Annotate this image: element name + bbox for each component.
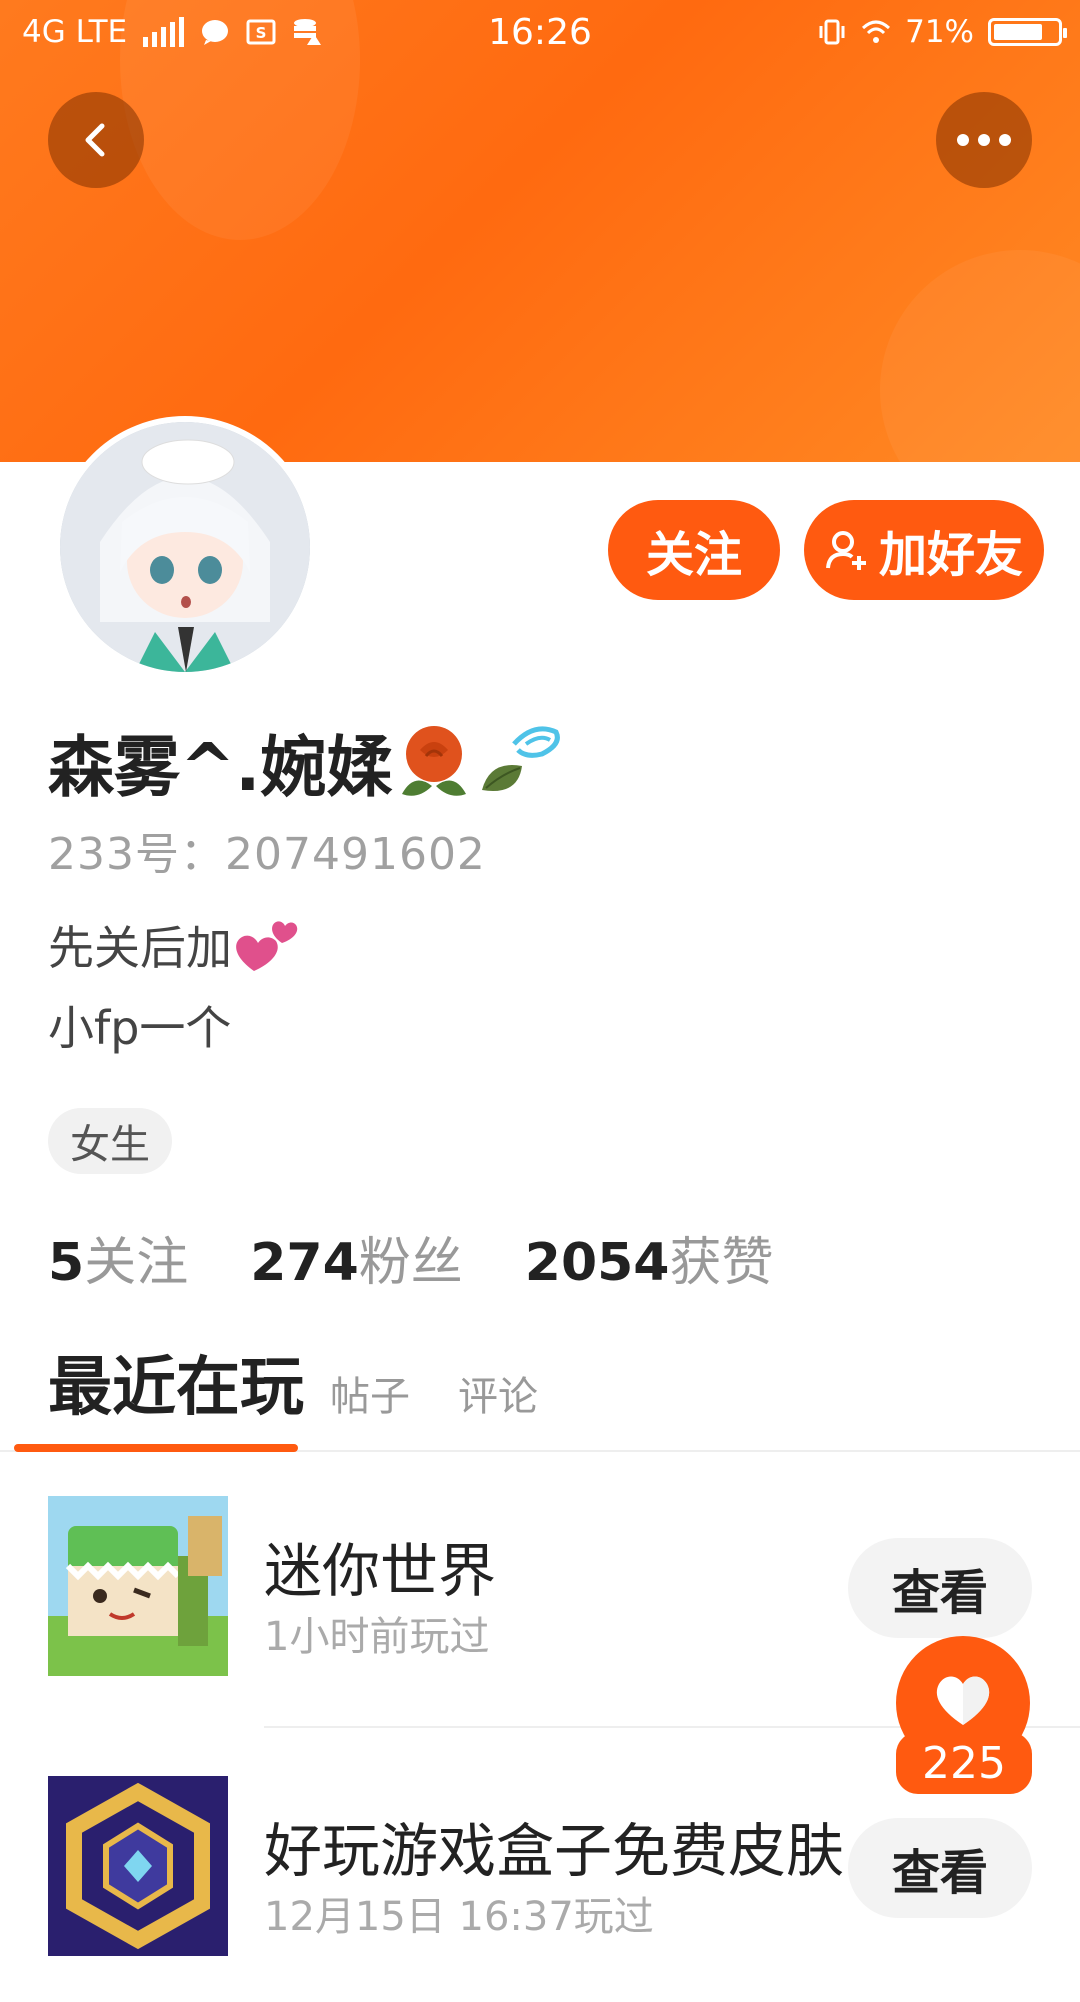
followers-stat[interactable]: 274 粉丝 xyxy=(250,1220,463,1295)
more-dots-icon xyxy=(957,134,1011,146)
tab-posts[interactable]: 帖子 xyxy=(330,1364,410,1422)
add-friend-button[interactable]: 加好友 xyxy=(804,500,1044,600)
profile-stats: 5 关注 274 粉丝 2054 获赞 xyxy=(48,1220,836,1295)
game-thumbnail xyxy=(48,1496,228,1676)
profile-name: 森雾^.婉媃 xyxy=(48,714,564,810)
following-count: 5 xyxy=(48,1233,85,1293)
game-last-played: 1小时前玩过 xyxy=(264,1614,490,1660)
game-title: 迷你世界 xyxy=(264,1537,497,1605)
tab-recently-played[interactable]: 最近在玩 xyxy=(48,1336,304,1428)
following-label: 关注 xyxy=(84,1233,189,1293)
more-button[interactable] xyxy=(936,92,1032,188)
view-button[interactable]: 查看 xyxy=(848,1818,1032,1918)
gender-tag: 女生 xyxy=(48,1108,172,1174)
avatar-image xyxy=(60,422,310,672)
likes-count: 2054 xyxy=(524,1233,670,1293)
two-hearts-icon xyxy=(236,921,298,971)
game-icon-mini-world xyxy=(48,1496,228,1676)
bio-line-1: 先关后加 xyxy=(48,912,302,978)
likes-label: 获赞 xyxy=(669,1233,774,1293)
active-tab-indicator xyxy=(14,1444,298,1452)
followers-count: 274 xyxy=(250,1233,359,1293)
game-icon-game-box xyxy=(48,1776,228,1956)
profile-header-banner: 4G LTE S 16:26 71% xyxy=(0,0,1080,462)
bio-line-2: 小fp一个 xyxy=(48,1001,232,1055)
profile-name-text: 森雾^.婉媃 xyxy=(48,729,393,806)
vibrate-icon xyxy=(819,19,845,45)
tab-comments[interactable]: 评论 xyxy=(458,1364,538,1422)
like-count: 225 xyxy=(896,1732,1032,1794)
bio-line-1-text: 先关后加 xyxy=(48,921,232,975)
follow-label: 关注 xyxy=(645,527,742,583)
battery-icon xyxy=(988,18,1067,46)
game-last-played: 12月15日 16:37玩过 xyxy=(264,1894,654,1940)
game-title: 好玩游戏盒子免费皮肤 xyxy=(264,1817,845,1885)
follow-button[interactable]: 关注 xyxy=(608,500,780,600)
list-item[interactable]: 好玩游戏盒子免费皮肤 12月15日 16:37玩过 查看 xyxy=(0,1762,1080,2002)
likes-stat: 2054 获赞 xyxy=(525,1220,774,1295)
user-id: 233号：207491602 xyxy=(48,829,486,880)
wifi-icon xyxy=(862,20,891,43)
avatar[interactable] xyxy=(54,416,316,678)
status-bar: 4G LTE S 16:26 71% xyxy=(0,0,1080,70)
add-friend-label: 加好友 xyxy=(878,527,1023,583)
add-user-icon xyxy=(825,531,866,570)
following-stat[interactable]: 5 关注 xyxy=(48,1220,188,1295)
heart-icon xyxy=(936,1676,990,1725)
game-thumbnail xyxy=(48,1776,228,1956)
chevron-left-icon xyxy=(85,123,105,157)
followers-label: 粉丝 xyxy=(358,1233,463,1293)
whirlwind-leaf-icon xyxy=(482,726,561,791)
battery-percent: 71% xyxy=(905,14,974,50)
back-button[interactable] xyxy=(48,92,144,188)
view-button[interactable]: 查看 xyxy=(848,1538,1032,1638)
rose-icon xyxy=(402,726,467,796)
profile-tabs: 最近在玩 帖子 评论 xyxy=(0,1330,1080,1452)
